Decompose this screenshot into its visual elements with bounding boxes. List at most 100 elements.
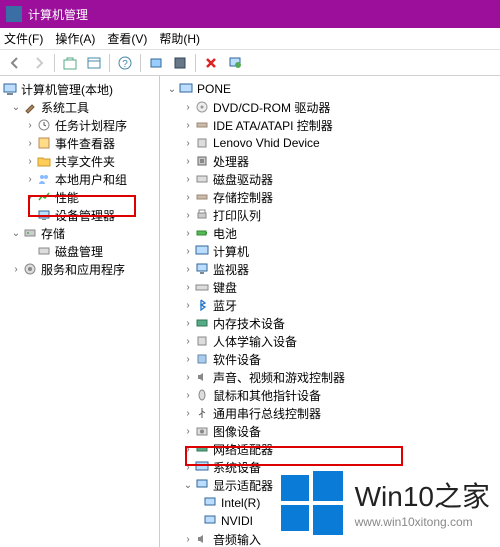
help-button[interactable]: ?	[114, 52, 136, 74]
back-button[interactable]	[4, 52, 26, 74]
expand-arrow-icon[interactable]: ⌄	[182, 480, 194, 491]
expand-arrow-icon[interactable]: ⌄	[166, 84, 178, 95]
tree-task[interactable]: ›任务计划程序	[2, 116, 157, 134]
tree-users[interactable]: ›本地用户和组	[2, 170, 157, 188]
cat-printq[interactable]: ›打印队列	[162, 206, 498, 224]
cat-monitor[interactable]: ›监视器	[162, 260, 498, 278]
separator	[140, 54, 141, 72]
expand-arrow-icon[interactable]: ⌄	[10, 228, 22, 239]
display-icon	[194, 478, 210, 492]
up-button[interactable]	[59, 52, 81, 74]
tree-devmgr[interactable]: 设备管理器	[2, 206, 157, 224]
cat-battery[interactable]: ›电池	[162, 224, 498, 242]
hdd-icon	[194, 172, 210, 186]
cat-computer[interactable]: ›计算机	[162, 242, 498, 260]
cat-image[interactable]: ›图像设备	[162, 422, 498, 440]
expand-arrow-icon[interactable]: ›	[182, 318, 194, 329]
cat-cpu[interactable]: ›处理器	[162, 152, 498, 170]
menu-view[interactable]: 查看(V)	[107, 30, 147, 47]
cat-lenovo[interactable]: ›Lenovo Vhid Device	[162, 134, 498, 152]
uninstall-button[interactable]	[200, 52, 222, 74]
forward-button[interactable]	[28, 52, 50, 74]
computer-icon	[2, 82, 18, 96]
cat-memtech[interactable]: ›内存技术设备	[162, 314, 498, 332]
keyboard-icon	[194, 280, 210, 294]
tree-disk[interactable]: 磁盘管理	[2, 242, 157, 260]
expand-arrow-icon[interactable]: ›	[24, 156, 36, 167]
expand-arrow-icon[interactable]: ›	[182, 138, 194, 149]
tree-services[interactable]: ›服务和应用程序	[2, 260, 157, 278]
windows-logo-icon	[277, 467, 347, 537]
expand-arrow-icon[interactable]: ›	[182, 282, 194, 293]
tree-perf[interactable]: ›性能	[2, 188, 157, 206]
network-icon	[194, 442, 210, 456]
expand-arrow-icon[interactable]: ⌄	[10, 102, 22, 113]
toolbar: ?	[0, 50, 500, 76]
cat-usb[interactable]: ›通用串行总线控制器	[162, 404, 498, 422]
device-button[interactable]	[169, 52, 191, 74]
expand-arrow-icon[interactable]: ›	[182, 246, 194, 257]
cat-bluetooth[interactable]: ›蓝牙	[162, 296, 498, 314]
expand-arrow-icon[interactable]: ›	[182, 264, 194, 275]
expand-arrow-icon[interactable]: ›	[182, 192, 194, 203]
expand-arrow-icon[interactable]: ›	[182, 228, 194, 239]
cpu-icon	[194, 154, 210, 168]
expand-arrow-icon[interactable]: ›	[10, 264, 22, 275]
show-button[interactable]	[83, 52, 105, 74]
scan-button[interactable]	[145, 52, 167, 74]
expand-arrow-icon[interactable]: ›	[182, 102, 194, 113]
cat-sound[interactable]: ›声音、视频和游戏控制器	[162, 368, 498, 386]
cat-network[interactable]: ›网络适配器	[162, 440, 498, 458]
services-icon	[22, 262, 38, 276]
cat-diskdrv[interactable]: ›磁盘驱动器	[162, 170, 498, 188]
tree-event[interactable]: ›事件查看器	[2, 134, 157, 152]
expand-arrow-icon[interactable]: ›	[24, 138, 36, 149]
expand-arrow-icon[interactable]: ›	[182, 372, 194, 383]
expand-arrow-icon[interactable]: ›	[182, 210, 194, 221]
printer-icon	[194, 208, 210, 222]
cat-storectl[interactable]: ›存储控制器	[162, 188, 498, 206]
event-icon	[36, 136, 52, 150]
system-icon	[194, 460, 210, 474]
expand-arrow-icon[interactable]: ›	[182, 156, 194, 167]
expand-arrow-icon[interactable]: ›	[182, 354, 194, 365]
watermark-url: www.win10xitong.com	[355, 515, 490, 529]
expand-arrow-icon[interactable]: ›	[182, 174, 194, 185]
pc-icon	[194, 244, 210, 258]
expand-arrow-icon[interactable]: ›	[182, 120, 194, 131]
device-root[interactable]: ⌄PONE	[162, 80, 498, 98]
tree-root[interactable]: 计算机管理(本地)	[2, 80, 157, 98]
expand-arrow-icon[interactable]: ›	[24, 120, 36, 131]
menu-help[interactable]: 帮助(H)	[159, 30, 200, 47]
expand-arrow-icon[interactable]: ›	[182, 444, 194, 455]
cat-mouse[interactable]: ›鼠标和其他指针设备	[162, 386, 498, 404]
folder-icon	[36, 154, 52, 168]
tree-shared[interactable]: ›共享文件夹	[2, 152, 157, 170]
expand-arrow-icon[interactable]: ›	[182, 336, 194, 347]
expand-arrow-icon[interactable]: ›	[182, 462, 194, 473]
controller-icon	[194, 190, 210, 204]
titlebar: 计算机管理	[0, 0, 500, 28]
cat-software[interactable]: ›软件设备	[162, 350, 498, 368]
expand-arrow-icon[interactable]: ›	[182, 534, 194, 545]
expand-arrow-icon[interactable]: ›	[182, 300, 194, 311]
menu-file[interactable]: 文件(F)	[4, 30, 43, 47]
expand-arrow-icon[interactable]: ›	[24, 192, 36, 203]
wrench-icon	[22, 100, 38, 114]
expand-arrow-icon[interactable]: ›	[182, 426, 194, 437]
refresh-button[interactable]	[224, 52, 246, 74]
expand-arrow-icon[interactable]: ›	[182, 390, 194, 401]
expand-arrow-icon[interactable]: ›	[182, 408, 194, 419]
tree-systools[interactable]: ⌄系统工具	[2, 98, 157, 116]
separator	[195, 54, 196, 72]
memory-icon	[194, 316, 210, 330]
cat-keyboard[interactable]: ›键盘	[162, 278, 498, 296]
cat-dvd[interactable]: ›DVD/CD-ROM 驱动器	[162, 98, 498, 116]
device-manager-icon	[36, 208, 52, 222]
cat-ide[interactable]: ›IDE ATA/ATAPI 控制器	[162, 116, 498, 134]
cat-hid[interactable]: ›人体学输入设备	[162, 332, 498, 350]
computer-icon	[178, 82, 194, 96]
expand-arrow-icon[interactable]: ›	[24, 174, 36, 185]
menu-action[interactable]: 操作(A)	[55, 30, 95, 47]
tree-storage[interactable]: ⌄存储	[2, 224, 157, 242]
